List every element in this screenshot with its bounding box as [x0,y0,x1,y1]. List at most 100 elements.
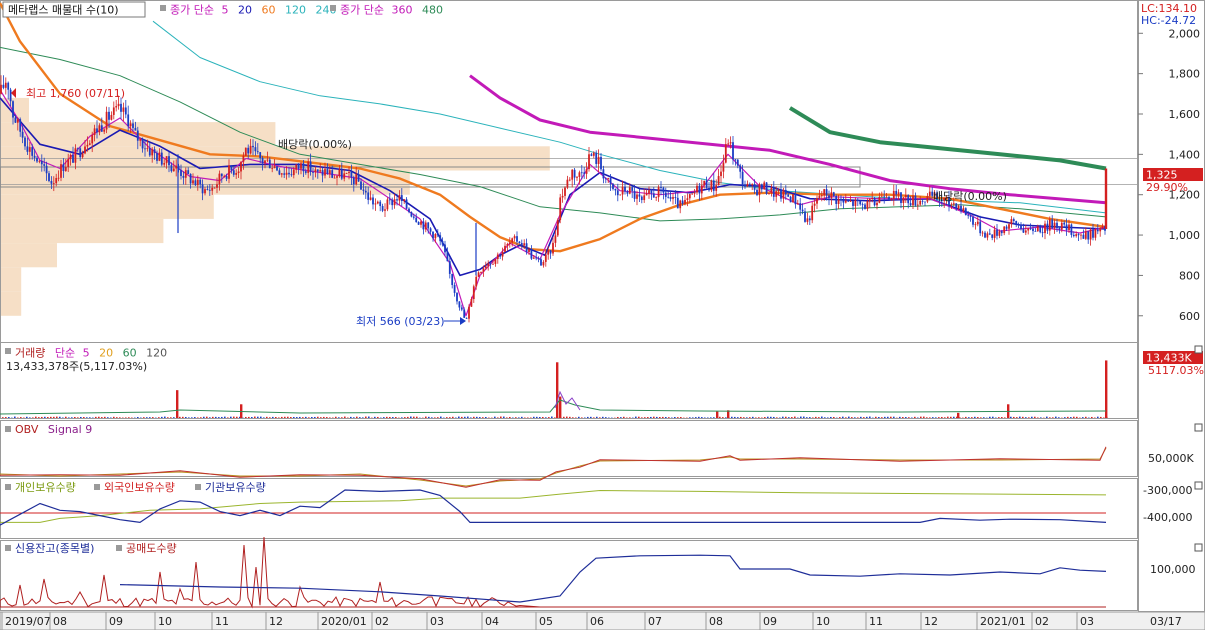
volume-bar [377,417,379,418]
volume-bar [35,417,37,418]
volume-bar [710,417,712,418]
candle-body [238,171,240,173]
ownership-panel-button[interactable] [1195,482,1202,489]
candle-body [276,166,278,170]
candle-body [1090,229,1092,239]
candle-body [857,200,859,201]
candle-body [475,277,477,287]
volume-bar [167,417,169,418]
volume-bar [1058,417,1060,418]
candle-body [41,161,43,164]
candle-body [490,263,492,264]
candle-body [221,174,223,177]
credit-label: 신용잔고(종목별) [15,542,94,555]
candle-body [999,231,1001,236]
volume-bar [170,417,172,418]
candle-body [384,209,386,210]
candle-body [180,170,182,176]
candle-body [310,162,312,173]
candle-body [521,243,523,245]
candle-body [463,310,465,318]
candle-body [223,176,225,177]
volume-bar [902,417,904,418]
candle-body [1032,229,1034,231]
volume-bar [842,417,844,418]
candle-body [1015,221,1017,225]
candle-body [202,184,204,193]
candle-body [1097,230,1099,232]
candle-body [113,107,115,115]
candle-body [703,181,705,186]
x-tick-label: 08 [53,615,67,628]
candle-body [125,107,127,114]
candle-body [991,235,993,238]
volume-bar [692,417,694,418]
volume-bar [392,417,394,418]
candle-body [89,143,91,144]
volume-bar [590,417,592,418]
volume-bar [905,417,907,418]
volume-panel-button[interactable] [1195,346,1202,353]
hc-label: HC:-24.72 [1141,14,1196,27]
candle-body [502,252,504,257]
volume-bar [227,417,229,418]
candle-body [526,243,528,252]
candle-body [653,193,655,197]
volume-bar [293,417,295,418]
volume-bar [659,417,661,418]
candle-body [874,198,876,205]
volume-bar [533,417,535,418]
candle-body [612,184,614,189]
candle-body [307,162,309,173]
candle-body [1042,232,1044,233]
volume-bar [521,417,523,418]
volume-bar [224,417,226,418]
obv-panel-button[interactable] [1195,424,1202,431]
x-axis-ticks: 2019/0708091011122020/010203040506070809… [2,612,1094,630]
candle-body [58,178,60,179]
candle-body [72,155,74,163]
candle-body [766,182,768,193]
volume-bar [230,417,232,418]
candle-body [665,193,667,197]
candle-body [895,191,897,195]
candle-body [540,259,542,265]
candle-body [979,222,981,234]
volume-bar [650,417,652,418]
candle-body [336,176,338,178]
credit-panel-button[interactable] [1195,544,1202,551]
volume-bar [752,417,754,418]
candle-body [967,215,969,216]
obv-legend: OBV Signal 9 [15,423,92,436]
candle-body [283,173,285,174]
candle-body [466,318,468,319]
volume-bar [248,417,250,418]
legend-ma-group-b: 종가 단순 360 480 [340,4,443,17]
volume-bar [461,417,463,418]
candle-body [1075,234,1077,236]
volume-legend-simple: 단순 [55,347,75,360]
legend-marker-ma-a [160,5,166,11]
candle-body [780,190,782,199]
volume-bar [299,417,301,418]
candle-body [843,200,845,203]
candle-body [735,159,737,160]
volume-bar [338,417,340,418]
candle-body [655,197,657,198]
volume-bar [773,417,775,418]
volume-spike [957,413,959,418]
volume-bar [425,417,427,418]
candle-body [576,177,578,178]
volume-bar [929,417,931,418]
volume-bar [416,417,418,418]
volume-bar [221,417,223,418]
volume-bar [647,417,649,418]
volume-bar [440,417,442,418]
x-tick-label: 07 [648,615,662,628]
candle-body [473,286,475,299]
candle-body [183,176,185,178]
x-tick-label: 2021/01 [980,615,1026,628]
candle-body [51,181,53,184]
candle-body [605,178,607,179]
candle-body [819,196,821,198]
